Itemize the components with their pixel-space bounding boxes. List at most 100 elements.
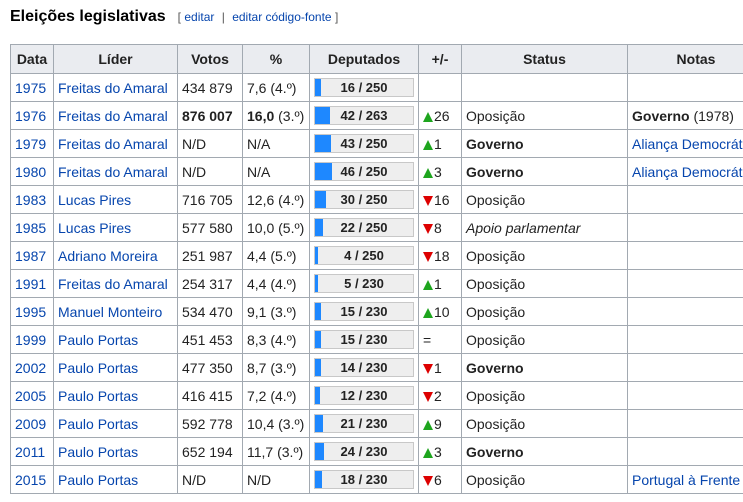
leader-link[interactable]: Manuel Monteiro	[58, 304, 162, 320]
cell-votes: 251 987	[177, 241, 243, 270]
notes-link[interactable]: Portugal à Frente	[632, 472, 740, 488]
cell-pct: 10,4 (3.º)	[242, 409, 310, 438]
leader-link[interactable]: Paulo Portas	[58, 444, 138, 460]
year-link[interactable]: 1975	[15, 80, 46, 96]
year-link[interactable]: 1987	[15, 248, 46, 264]
year-link[interactable]: 1983	[15, 192, 46, 208]
votes-value: 251 987	[182, 247, 233, 264]
cell-seats: 15 / 230	[309, 297, 419, 326]
cell-seats: 30 / 250	[309, 185, 419, 214]
cell-pct: N/A	[242, 129, 310, 158]
leader-link[interactable]: Freitas do Amaral	[58, 164, 168, 180]
rank-text: (3.º)	[278, 107, 305, 124]
year-link[interactable]: 1979	[15, 136, 46, 152]
col-header-data[interactable]: Data	[10, 44, 54, 74]
cell-year: 1980	[10, 157, 54, 186]
year-link[interactable]: 2009	[15, 416, 46, 432]
year-link[interactable]: 2015	[15, 472, 46, 488]
year-link[interactable]: 1999	[15, 332, 46, 348]
col-header-lider[interactable]: Líder	[53, 44, 178, 74]
cell-leader: Freitas do Amaral	[53, 157, 178, 186]
leader-link[interactable]: Lucas Pires	[58, 220, 131, 236]
seat-change-value: 3	[434, 163, 442, 180]
notes-link[interactable]: Aliança Democrática	[632, 164, 743, 180]
status-text: Apoio parlamentar	[466, 219, 581, 236]
votes-value: 416 415	[182, 387, 233, 404]
year-link[interactable]: 2005	[15, 388, 46, 404]
table-row: 2015 Paulo Portas N/D N/D 18 / 230 6 Oposição P…	[10, 465, 743, 494]
col-header-status[interactable]: Status	[461, 44, 628, 74]
votes-value: 592 778	[182, 415, 233, 432]
rank-text: (5.º)	[270, 247, 297, 264]
seat-change-value: 6	[434, 471, 442, 488]
pct-value: 12,6	[247, 191, 275, 208]
seats-label: 21 / 230	[340, 416, 388, 431]
edit-source-link[interactable]: editar código-fonte	[232, 10, 331, 24]
decrease-arrow-icon	[423, 195, 433, 206]
cell-seats: 42 / 263	[309, 101, 419, 130]
decrease-arrow-icon	[423, 363, 433, 374]
status-text: Governo	[466, 359, 524, 376]
cell-year: 1995	[10, 297, 54, 326]
seat-bar-fill	[315, 247, 318, 264]
year-link[interactable]: 2002	[15, 360, 46, 376]
cell-pct: 10,0 (5.º)	[242, 213, 310, 242]
cell-notes	[627, 185, 743, 214]
year-link[interactable]: 1991	[15, 276, 46, 292]
table-row: 1983 Lucas Pires 716 705 12,6 (4.º) 30 / 250…	[10, 185, 743, 214]
leader-link[interactable]: Paulo Portas	[58, 472, 138, 488]
cell-leader: Freitas do Amaral	[53, 129, 178, 158]
seats-label: 30 / 250	[340, 192, 388, 207]
leader-link[interactable]: Paulo Portas	[58, 416, 138, 432]
leader-link[interactable]: Freitas do Amaral	[58, 108, 168, 124]
leader-link[interactable]: Freitas do Amaral	[58, 136, 168, 152]
table-row: 1979 Freitas do Amaral N/D N/A 43 / 250 1 Gove…	[10, 129, 743, 158]
notes-link[interactable]: Aliança Democrática	[632, 136, 743, 152]
cell-seats: 14 / 230	[309, 353, 419, 382]
col-header-change[interactable]: +/-	[418, 44, 462, 74]
cell-change: 16	[418, 185, 462, 214]
votes-value: N/D	[182, 471, 207, 488]
year-link[interactable]: 1985	[15, 220, 46, 236]
leader-link[interactable]: Paulo Portas	[58, 360, 138, 376]
cell-status: Oposição	[461, 185, 628, 214]
cell-status: Oposição	[461, 101, 628, 130]
leader-link[interactable]: Freitas do Amaral	[58, 80, 168, 96]
votes-value: 434 879	[182, 79, 233, 96]
leader-link[interactable]: Paulo Portas	[58, 388, 138, 404]
cell-votes: 434 879	[177, 73, 243, 102]
pct-value: 8,7	[247, 359, 267, 376]
seat-bar-fill	[315, 415, 323, 432]
year-link[interactable]: 1995	[15, 304, 46, 320]
edit-link[interactable]: editar	[184, 10, 214, 24]
seats-label: 15 / 230	[340, 332, 388, 347]
table-row: 1985 Lucas Pires 577 580 10,0 (5.º) 22 / 250…	[10, 213, 743, 242]
col-header-pct[interactable]: %	[242, 44, 310, 74]
leader-link[interactable]: Paulo Portas	[58, 332, 138, 348]
col-header-votos[interactable]: Votos	[177, 44, 243, 74]
leader-link[interactable]: Adriano Moreira	[58, 248, 158, 264]
cell-leader: Paulo Portas	[53, 437, 178, 466]
seat-bar: 14 / 230	[314, 358, 414, 377]
cell-change: 1	[418, 129, 462, 158]
leader-link[interactable]: Freitas do Amaral	[58, 276, 168, 292]
year-link[interactable]: 2011	[15, 444, 45, 460]
cell-notes	[627, 297, 743, 326]
col-header-deputados[interactable]: Deputados	[309, 44, 419, 74]
pct-value: 8,3	[247, 331, 267, 348]
year-link[interactable]: 1980	[15, 164, 46, 180]
leader-link[interactable]: Lucas Pires	[58, 192, 131, 208]
col-header-notas[interactable]: Notas	[627, 44, 743, 74]
status-text: Oposição	[466, 303, 526, 320]
cell-change	[418, 73, 462, 102]
cell-votes: 451 453	[177, 325, 243, 354]
seat-bar: 21 / 230	[314, 414, 414, 433]
year-link[interactable]: 1976	[15, 108, 46, 124]
seat-bar-fill	[315, 359, 321, 376]
increase-arrow-icon	[423, 307, 433, 318]
status-text: Oposição	[466, 247, 526, 264]
cell-votes: N/D	[177, 465, 243, 494]
pct-value: N/A	[247, 163, 271, 180]
cell-year: 1976	[10, 101, 54, 130]
seat-bar-fill	[315, 275, 318, 292]
